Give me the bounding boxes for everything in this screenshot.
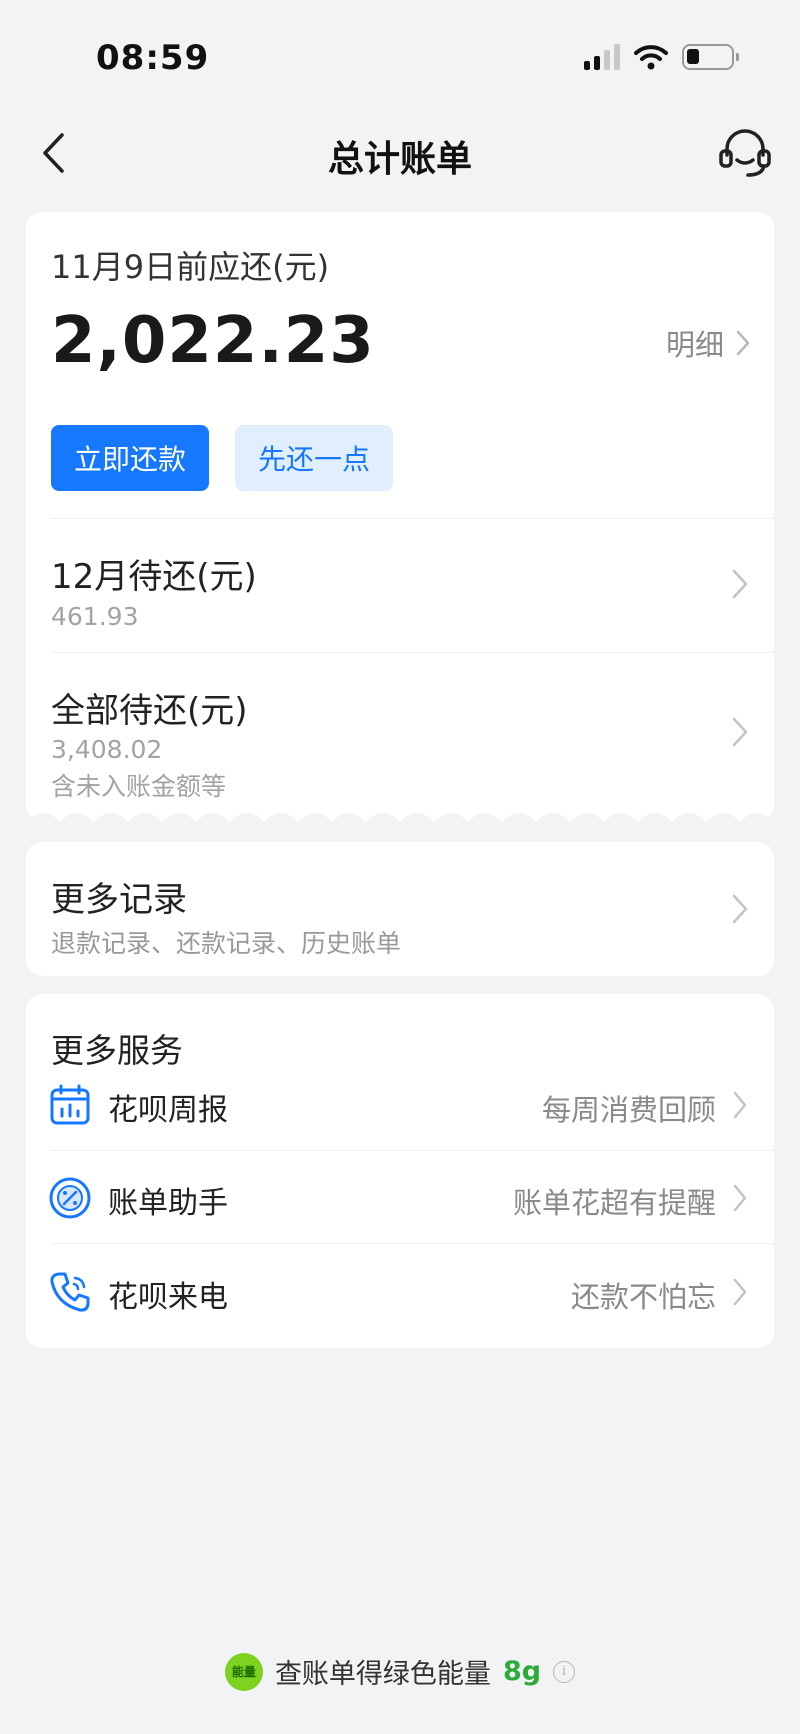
december-due-amount: 461.93	[51, 602, 139, 631]
records-subtitle: 退款记录、还款记录、历史账单	[51, 929, 402, 958]
service-item-bill-assistant[interactable]: 账单助手 账单花超有提醒	[26, 1152, 774, 1244]
divider	[51, 1243, 774, 1244]
due-amount: 2,022.23	[51, 304, 375, 378]
status-bar: 08:59	[0, 0, 800, 110]
chevron-right-icon	[733, 1184, 747, 1212]
service-label: 花呗周报	[108, 1093, 228, 1128]
battery-icon	[682, 44, 739, 70]
detail-link[interactable]: 明细	[666, 322, 750, 364]
pay-part-button[interactable]: 先还一点	[235, 425, 393, 491]
due-label: 11月9日前应还(元)	[51, 248, 330, 286]
energy-footer[interactable]: 能量 查账单得绿色能量 8g i	[0, 1652, 800, 1691]
service-item-weekly-report[interactable]: 花呗周报 每周消费回顾	[26, 1059, 774, 1151]
chevron-right-icon	[732, 717, 748, 747]
nav-bar: 总计账单	[0, 110, 800, 200]
phone-icon	[50, 1272, 90, 1312]
status-icons	[584, 44, 739, 70]
info-icon[interactable]: i	[553, 1660, 576, 1683]
all-due-label: 全部待还(元)	[51, 691, 248, 731]
cellular-signal-icon	[584, 44, 620, 70]
service-label: 花呗来电	[108, 1280, 228, 1315]
wave-edge	[26, 813, 774, 822]
customer-service-icon[interactable]	[716, 124, 774, 182]
wifi-icon	[634, 45, 668, 70]
chevron-right-icon	[733, 1278, 747, 1306]
percent-circle-icon	[49, 1177, 91, 1219]
all-due-row[interactable]: 全部待还(元) 3,408.02 含未入账金额等	[26, 653, 774, 803]
chevron-right-icon	[733, 1091, 747, 1119]
chevron-right-icon	[732, 894, 748, 924]
more-records-card[interactable]: 更多记录 退款记录、还款记录、历史账单	[26, 842, 774, 976]
page-title: 总计账单	[327, 139, 472, 180]
divider	[51, 1150, 774, 1151]
service-hint: 账单花超有提醒	[512, 1186, 716, 1220]
more-services-card: 更多服务 花呗周报 每周消费回顾 账单助手 账单花超有提醒 花呗来电 还款不怕忘	[26, 994, 774, 1348]
records-title: 更多记录	[51, 880, 187, 920]
service-hint: 还款不怕忘	[570, 1280, 716, 1314]
energy-text: 查账单得绿色能量	[274, 1659, 491, 1690]
calendar-chart-icon	[50, 1084, 90, 1125]
status-time: 08:59	[96, 38, 210, 78]
chevron-right-icon	[736, 330, 750, 356]
detail-link-label: 明细	[665, 328, 724, 362]
december-due-label: 12月待还(元)	[51, 557, 257, 597]
all-due-amount: 3,408.02	[51, 735, 163, 764]
energy-amount: 8g	[502, 1656, 542, 1687]
all-due-note: 含未入账金额等	[51, 772, 227, 801]
december-due-row[interactable]: 12月待还(元) 461.93	[26, 519, 774, 649]
service-label: 账单助手	[108, 1186, 228, 1221]
pay-now-button[interactable]: 立即还款	[51, 425, 209, 491]
service-hint: 每周消费回顾	[541, 1093, 716, 1127]
energy-badge-icon: 能量	[224, 1652, 263, 1691]
chevron-right-icon	[732, 569, 748, 599]
service-item-huabei-call[interactable]: 花呗来电 还款不怕忘	[26, 1246, 774, 1338]
bill-summary-card: 11月9日前应还(元) 2,022.23 明细 立即还款 先还一点 12月待还(…	[26, 212, 774, 822]
